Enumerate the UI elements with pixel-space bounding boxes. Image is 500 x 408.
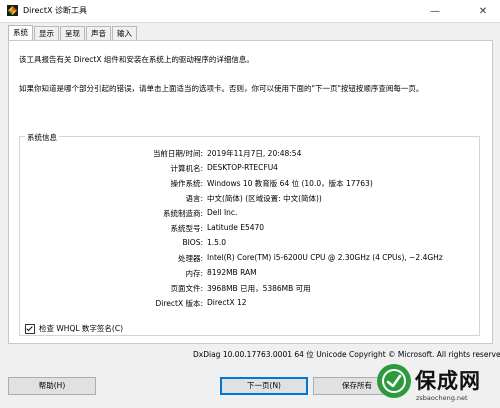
label-directx-version: DirectX 版本:: [155, 299, 203, 308]
help-button[interactable]: 帮助(H): [8, 377, 96, 395]
next-page-button[interactable]: 下一页(N): [220, 377, 308, 395]
value-manufacturer: Dell Inc.: [207, 208, 238, 217]
label-bios: BIOS:: [182, 238, 203, 247]
tab-system[interactable]: 系统: [8, 25, 33, 40]
whql-checkbox-label: 检查 WHQL 数字签名(C): [39, 324, 123, 333]
tab-strip: 系统 显示 呈现 声音 输入: [8, 25, 138, 40]
whql-checkbox-row[interactable]: 检查 WHQL 数字签名(C): [25, 323, 123, 334]
watermark-url: zsbaocheng.net: [416, 394, 468, 402]
window-title: DirectX 诊断工具: [23, 6, 87, 15]
title-bar: DirectX 诊断工具 — ✕: [0, 0, 500, 23]
label-model: 系统型号:: [170, 224, 203, 233]
label-manufacturer: 系统制造商:: [162, 209, 203, 218]
label-language: 语言:: [185, 194, 203, 203]
intro-text-1: 该工具报告有关 DirectX 组件和安装在系统上的驱动程序的详细信息。: [19, 55, 254, 64]
label-datetime: 当前日期/时间:: [152, 149, 203, 158]
tab-input[interactable]: 输入: [112, 26, 137, 40]
label-os: 操作系统:: [170, 179, 203, 188]
label-processor: 处理器:: [177, 254, 203, 263]
system-info-group: 系统信息 当前日期/时间: 计算机名: 操作系统: 语言: 系统制造商: 系统型…: [19, 132, 480, 336]
value-bios: 1.5.0: [207, 238, 227, 247]
value-processor: Intel(R) Core(TM) i5-6200U CPU @ 2.30GHz…: [207, 253, 443, 262]
minimize-icon: —: [430, 5, 440, 17]
close-icon: ✕: [478, 5, 488, 17]
system-tab-panel: 该工具报告有关 DirectX 组件和安装在系统上的驱动程序的详细信息。 如果你…: [8, 40, 493, 344]
value-directx-version: DirectX 12: [207, 298, 247, 307]
value-computer-name: DESKTOP-RTECFU4: [207, 163, 278, 172]
site-watermark: 保成网 zsbaocheng.net: [375, 361, 500, 408]
label-computer-name: 计算机名:: [170, 164, 203, 173]
whql-checkbox[interactable]: [25, 323, 35, 334]
tab-sound[interactable]: 声音: [86, 26, 111, 40]
value-model: Latitude E5470: [207, 223, 265, 232]
tab-render[interactable]: 呈现: [60, 26, 85, 40]
label-page-file: 页面文件:: [170, 284, 203, 293]
dxdiag-version-info: DxDiag 10.00.17763.0001 64 位 Unicode Cop…: [193, 350, 500, 359]
watermark-logo-icon: [377, 364, 411, 398]
tab-display[interactable]: 显示: [34, 26, 59, 40]
value-language: 中文(简体) (区域设置: 中文(简体)): [207, 194, 322, 203]
value-os: Windows 10 教育版 64 位 (10.0，版本 17763): [207, 179, 373, 188]
directx-app-icon: [7, 5, 18, 16]
value-memory: 8192MB RAM: [207, 268, 257, 277]
minimize-button[interactable]: —: [420, 0, 450, 22]
label-memory: 内存:: [185, 269, 203, 278]
value-page-file: 3968MB 已用，5386MB 可用: [207, 284, 311, 293]
watermark-brand: 保成网: [415, 369, 481, 393]
group-title: 系统信息: [25, 132, 59, 143]
value-datetime: 2019年11月7日, 20:48:54: [207, 149, 302, 158]
intro-text-2: 如果你知道是哪个部分引起的错误，请单击上面适当的选项卡。否则，你可以使用下面的"…: [19, 84, 424, 93]
close-button[interactable]: ✕: [468, 0, 498, 22]
